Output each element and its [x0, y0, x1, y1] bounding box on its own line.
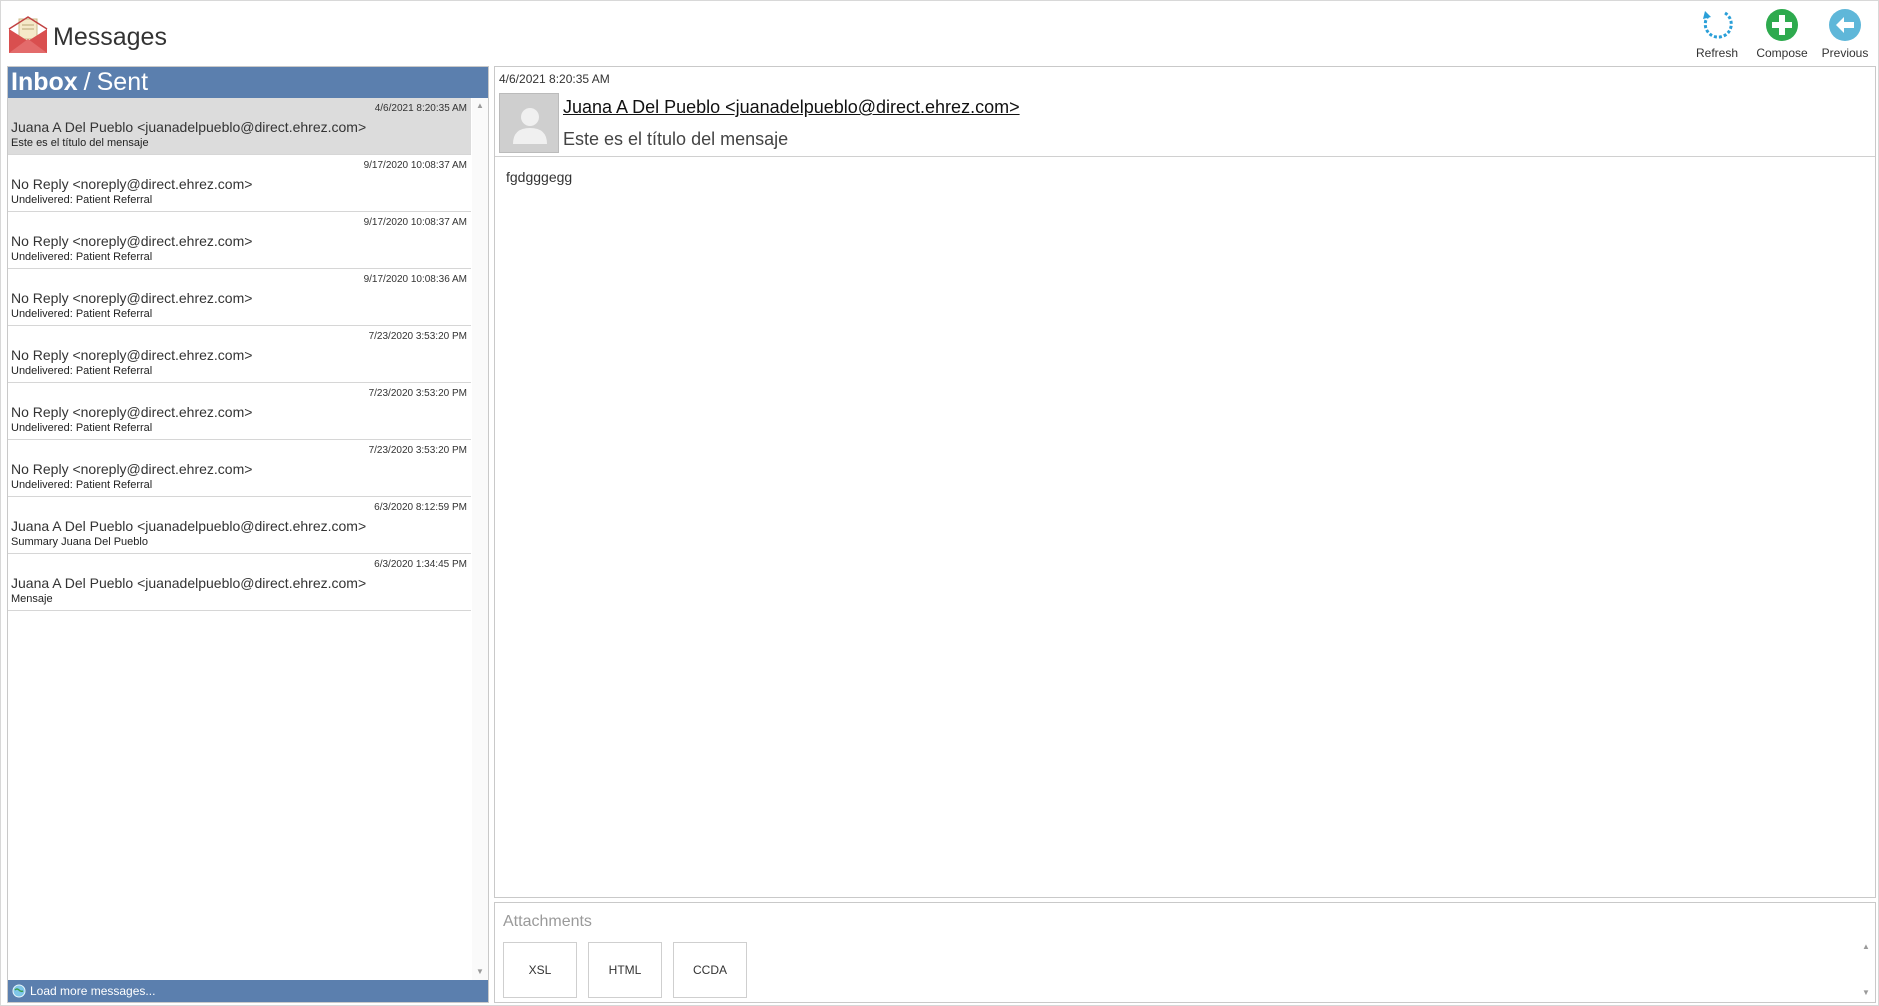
folder-switcher: Inbox / Sent	[8, 67, 488, 98]
attachment-xsl-button[interactable]: XSL	[503, 942, 577, 998]
message-subject: Undelivered: Patient Referral	[11, 365, 153, 377]
attachments-scrollbar[interactable]: ▲ ▼	[1859, 939, 1873, 1001]
scroll-down-icon[interactable]: ▼	[472, 964, 488, 980]
message-row[interactable]: 7/23/2020 3:53:20 PM No Reply <noreply@d…	[8, 326, 471, 383]
message-date: 7/23/2020 3:53:20 PM	[368, 445, 467, 456]
message-subject: Undelivered: Patient Referral	[11, 251, 153, 263]
sender-link[interactable]: Juana A Del Pueblo <juanadelpueblo@direc…	[563, 97, 1020, 118]
message-sender: No Reply <noreply@direct.ehrez.com>	[11, 461, 253, 477]
user-silhouette-icon	[513, 108, 547, 144]
message-row[interactable]: 9/17/2020 10:08:37 AM No Reply <noreply@…	[8, 212, 471, 269]
refresh-icon	[1703, 11, 1733, 39]
message-sender: Juana A Del Pueblo <juanadelpueblo@direc…	[11, 518, 367, 534]
scroll-up-icon[interactable]: ▲	[1859, 939, 1873, 955]
message-subject: Undelivered: Patient Referral	[11, 308, 153, 320]
message-header: 4/6/2021 8:20:35 AM Juana A Del Pueblo <…	[495, 67, 1875, 157]
message-date: 6/3/2020 8:12:59 PM	[374, 502, 467, 513]
message-date: 4/6/2021 8:20:35 AM	[374, 103, 467, 114]
attachments-list: XSL HTML CCDA	[503, 942, 758, 998]
message-row[interactable]: 7/23/2020 3:53:20 PM No Reply <noreply@d…	[8, 383, 471, 440]
message-date: 7/23/2020 3:53:20 PM	[368, 388, 467, 399]
message-sender: No Reply <noreply@direct.ehrez.com>	[11, 404, 253, 420]
message-sender: No Reply <noreply@direct.ehrez.com>	[11, 176, 253, 192]
message-subject: Este es el título del mensaje	[11, 137, 149, 149]
message-sender: No Reply <noreply@direct.ehrez.com>	[11, 347, 253, 363]
load-more-label: Load more messages...	[30, 984, 156, 998]
previous-button[interactable]: Previous	[1816, 7, 1874, 63]
toolbar: Refresh Compose Previous	[1686, 7, 1874, 63]
load-more-button[interactable]: Load more messages...	[8, 980, 488, 1002]
arrow-left-circle-icon	[1829, 9, 1861, 41]
message-sender: Juana A Del Pueblo <juanadelpueblo@direc…	[11, 575, 367, 591]
message-subject: Mensaje	[11, 593, 53, 605]
sent-tab[interactable]: Sent	[97, 68, 148, 97]
attachments-panel: Attachments XSL HTML CCDA ▲ ▼	[494, 902, 1876, 1003]
message-sender: No Reply <noreply@direct.ehrez.com>	[11, 290, 253, 306]
message-date: 9/17/2020 10:08:36 AM	[363, 274, 467, 285]
reading-pane: 4/6/2021 8:20:35 AM Juana A Del Pueblo <…	[494, 66, 1876, 898]
previous-label: Previous	[1821, 46, 1869, 60]
attachment-html-button[interactable]: HTML	[588, 942, 662, 998]
refresh-button[interactable]: Refresh	[1686, 7, 1748, 63]
message-row[interactable]: 4/6/2021 8:20:35 AM Juana A Del Pueblo <…	[8, 98, 471, 155]
message-date: 4/6/2021 8:20:35 AM	[499, 72, 610, 86]
compose-label: Compose	[1756, 46, 1808, 60]
message-list: 4/6/2021 8:20:35 AM Juana A Del Pueblo <…	[8, 98, 471, 980]
message-date: 6/3/2020 1:34:45 PM	[374, 559, 467, 570]
message-list-panel: Inbox / Sent 4/6/2021 8:20:35 AM Juana A…	[7, 66, 489, 1003]
message-date: 7/23/2020 3:53:20 PM	[368, 331, 467, 342]
message-subject: Summary Juana Del Pueblo	[11, 536, 148, 548]
scroll-up-icon[interactable]: ▲	[472, 98, 488, 114]
app-header: Messages Refresh Compose Previous	[1, 1, 1878, 65]
message-date: 9/17/2020 10:08:37 AM	[363, 160, 467, 171]
message-sender: Juana A Del Pueblo <juanadelpueblo@direc…	[11, 119, 367, 135]
message-sender: No Reply <noreply@direct.ehrez.com>	[11, 233, 253, 249]
globe-icon	[12, 984, 26, 998]
attachments-title: Attachments	[503, 913, 592, 930]
compose-button[interactable]: Compose	[1748, 7, 1816, 63]
refresh-label: Refresh	[1695, 46, 1739, 60]
message-row[interactable]: 6/3/2020 8:12:59 PM Juana A Del Pueblo <…	[8, 497, 471, 554]
message-row[interactable]: 7/23/2020 3:53:20 PM No Reply <noreply@d…	[8, 440, 471, 497]
envelope-letter-icon	[8, 16, 48, 53]
message-list-scrollbar[interactable]: ▲ ▼	[472, 98, 488, 980]
message-row[interactable]: 6/3/2020 1:34:45 PM Juana A Del Pueblo <…	[8, 554, 471, 611]
message-subject-heading: Este es el título del mensaje	[563, 129, 789, 149]
folder-separator: /	[83, 68, 91, 96]
plus-circle-icon	[1766, 9, 1798, 41]
message-subject: Undelivered: Patient Referral	[11, 479, 153, 491]
attachment-ccda-button[interactable]: CCDA	[673, 942, 747, 998]
message-subject: Undelivered: Patient Referral	[11, 422, 153, 434]
message-subject: Undelivered: Patient Referral	[11, 194, 153, 206]
app-title: Messages	[53, 23, 167, 51]
message-body: fgdgggegg	[506, 169, 573, 185]
inbox-tab[interactable]: Inbox	[11, 68, 78, 97]
message-row[interactable]: 9/17/2020 10:08:37 AM No Reply <noreply@…	[8, 155, 471, 212]
message-date: 9/17/2020 10:08:37 AM	[363, 217, 467, 228]
scroll-down-icon[interactable]: ▼	[1859, 985, 1873, 1001]
avatar	[499, 93, 559, 153]
message-row[interactable]: 9/17/2020 10:08:36 AM No Reply <noreply@…	[8, 269, 471, 326]
messages-window: Messages Refresh Compose Previous Inbox …	[0, 0, 1879, 1006]
